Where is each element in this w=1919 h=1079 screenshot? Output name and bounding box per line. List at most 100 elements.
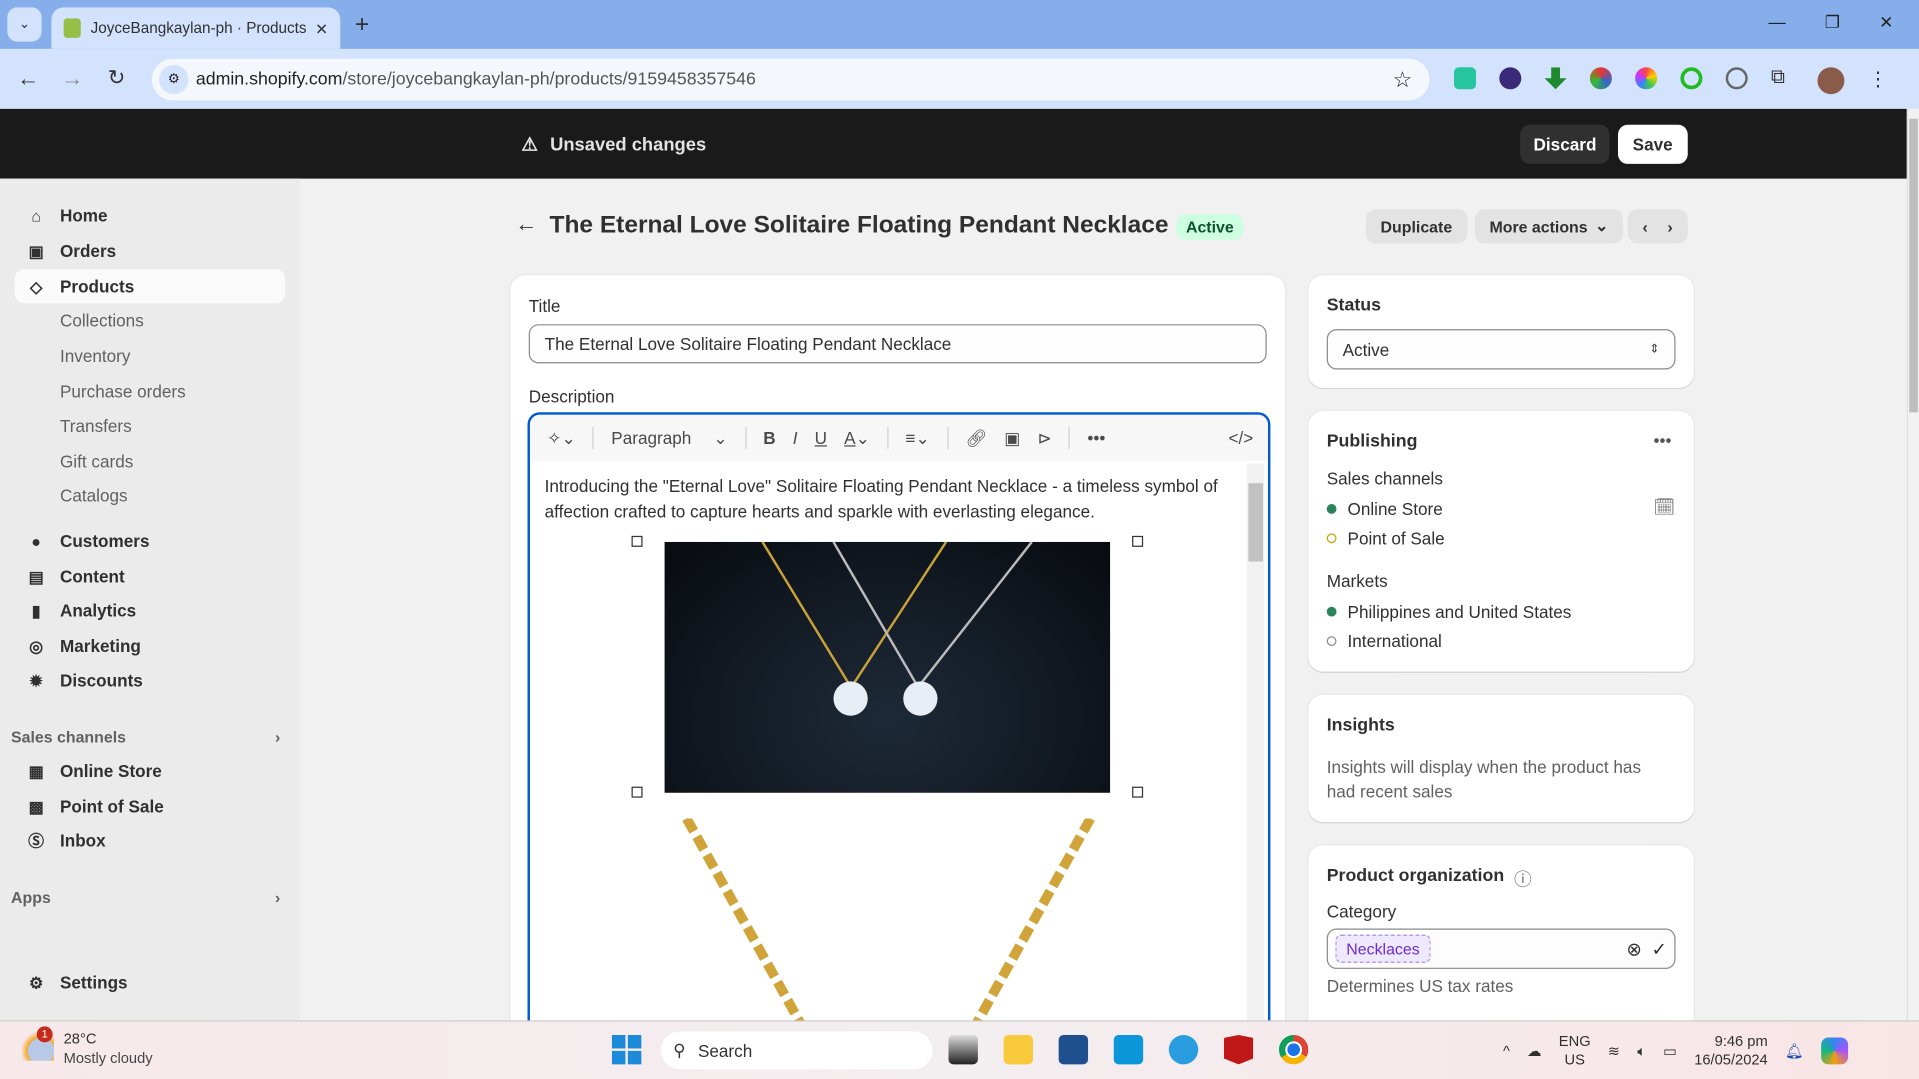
clear-icon[interactable]: ⊗ [1626,938,1641,960]
duplicate-button[interactable]: Duplicate [1365,209,1467,244]
link-icon[interactable]: 🔗︎ [965,428,987,449]
site-info-icon[interactable]: ⚙ [159,64,189,95]
category-input[interactable]: Necklaces ⊗ ✓ [1326,928,1676,969]
underline-icon[interactable]: U [815,428,827,448]
tab-list-button[interactable]: ⌄ [7,7,42,42]
wifi-icon[interactable]: ≋ [1608,1042,1620,1059]
extension-icon[interactable] [1499,67,1522,90]
chevron-up-icon[interactable]: ^ [1503,1042,1510,1059]
forward-icon[interactable]: → [61,66,83,92]
help-icon[interactable] [1168,1034,1199,1065]
necklace-image-chain[interactable] [637,816,1140,1034]
sidebar-item-inventory[interactable]: Inventory [15,339,285,373]
sidebar-item-home[interactable]: ⌂ Home [15,198,285,232]
copilot-icon[interactable] [1820,1037,1848,1065]
resize-handle[interactable] [1132,786,1144,798]
restore-icon[interactable]: ❐ [1825,12,1840,32]
sidebar-item-settings[interactable]: ⚙ Settings [15,965,285,999]
necklace-image-dark[interactable] [664,541,1111,793]
sidebar-item-analytics[interactable]: ▮ Analytics [15,593,285,627]
sidebar-item-content[interactable]: ▤ Content [15,559,285,593]
sidebar-item-orders[interactable]: ▣ Orders [15,234,285,268]
image-icon[interactable]: ▣ [1004,428,1020,449]
next-product-icon[interactable]: › [1667,217,1672,235]
minimize-icon[interactable]: — [1769,12,1786,32]
reload-icon[interactable]: ↻ [108,66,125,90]
clock[interactable]: 9:46 pm 16/05/2024 [1694,1033,1768,1070]
sidebar-item-marketing[interactable]: ◎ Marketing [15,629,285,663]
paragraph-select[interactable]: Paragraph ⌄ [611,428,727,449]
extension-icon[interactable] [1544,67,1567,90]
resize-handle[interactable] [631,786,643,798]
store-icon[interactable] [1058,1034,1089,1065]
title-input[interactable]: The Eternal Love Solitaire Floating Pend… [528,324,1267,364]
sidebar-label: Marketing [59,636,141,656]
sidebar-item-catalogs[interactable]: Catalogs [15,478,285,512]
resize-handle[interactable] [1132,535,1144,547]
status-select[interactable]: Active ⇕ [1326,329,1676,370]
bookmark-star-icon[interactable]: ☆ [1393,67,1413,93]
new-tab-button[interactable]: + [355,11,369,39]
extension-icon[interactable] [1589,67,1612,90]
chrome-icon[interactable] [1278,1034,1309,1065]
italic-icon[interactable]: I [793,428,798,448]
back-arrow-icon[interactable]: ← [515,212,537,238]
sidebar-item-collections[interactable]: Collections [15,303,285,337]
myhp-icon[interactable] [1113,1034,1144,1065]
page-scrollbar[interactable] [1906,108,1919,1021]
apps-heading[interactable]: Apps › [11,888,280,906]
description-editor[interactable]: ✧⌄ Paragraph ⌄ B I U A⌄ ≡⌄ 🔗︎ ▣ ⊳ ••• </> Intr… [527,412,1271,1037]
sales-channels-heading[interactable]: Sales channels › [11,728,280,746]
extension-icon[interactable] [1635,67,1658,90]
extension-icon[interactable] [1725,67,1748,90]
profile-avatar[interactable] [1818,67,1845,95]
sidebar-item-online-store[interactable]: ▦ Online Store [15,754,285,788]
sidebar-item-purchase-orders[interactable]: Purchase orders [15,374,285,408]
weather-widget[interactable]: 1 28°C Mostly cloudy [22,1026,153,1068]
mcafee-icon[interactable] [1223,1034,1254,1065]
info-icon[interactable]: ⓘ [1514,866,1532,892]
volume-icon[interactable]: 🔈︎ [1637,1042,1646,1060]
align-icon[interactable]: ≡⌄ [905,428,929,449]
more-actions-button[interactable]: More actions ⌄ [1474,209,1624,244]
bold-icon[interactable]: B [763,428,775,448]
close-window-icon[interactable]: ✕ [1879,12,1893,32]
category-tag[interactable]: Necklaces [1335,934,1431,963]
video-icon[interactable]: ⊳ [1038,428,1052,449]
sidebar-item-transfers[interactable]: Transfers [15,409,285,443]
sidebar-item-inbox[interactable]: Ⓢ Inbox [15,823,285,857]
taskbar-search[interactable]: ⚲ Search [660,1031,933,1070]
discard-button[interactable]: Discard [1520,124,1610,164]
save-button[interactable]: Save [1617,124,1688,164]
confirm-icon[interactable]: ✓ [1652,938,1667,960]
browser-tab[interactable]: JoyceBangkaylan-ph · Products ✕ [51,7,341,49]
sidebar-item-discounts[interactable]: ✹ Discounts [15,663,285,697]
extension-icon[interactable] [1453,67,1477,90]
code-view-icon[interactable]: </> [1228,428,1253,448]
sidebar-item-products[interactable]: ◇ Products [14,269,286,304]
text-color-icon[interactable]: A⌄ [844,428,870,449]
notification-bell-icon[interactable]: 🔔︎ [1785,1042,1804,1059]
address-bar[interactable]: ⚙ admin.shopify.com/store/joycebangkayla… [151,58,1430,101]
previous-product-icon[interactable]: ‹ [1642,217,1647,235]
ai-sparkle-icon[interactable]: ✧⌄ [547,428,576,449]
resize-handle[interactable] [631,535,643,547]
sidebar-item-gift-cards[interactable]: Gift cards [15,444,285,478]
close-tab-icon[interactable]: ✕ [315,19,328,37]
schedule-calendar-icon[interactable]: 🗓︎ [1653,497,1675,518]
sidebar-item-point-of-sale[interactable]: ▩ Point of Sale [15,789,285,823]
start-button[interactable] [611,1034,642,1065]
more-options-icon[interactable]: ••• [1653,431,1671,451]
file-explorer-icon[interactable] [1003,1034,1033,1065]
puzzle-icon[interactable]: ⧉ [1771,67,1785,94]
editor-scrollbar[interactable] [1247,463,1265,1034]
onedrive-icon[interactable]: ☁ [1527,1042,1542,1059]
more-icon[interactable]: ••• [1087,428,1105,448]
language-indicator[interactable]: ENG US [1559,1033,1591,1070]
sidebar-item-customers[interactable]: ● Customers [15,524,285,558]
menu-kebab-icon[interactable]: ⋮ [1868,67,1888,94]
battery-icon[interactable]: ▭ [1663,1042,1677,1059]
back-icon[interactable]: ← [17,66,39,92]
task-view-icon[interactable] [948,1034,978,1065]
extension-icon[interactable] [1680,67,1703,90]
